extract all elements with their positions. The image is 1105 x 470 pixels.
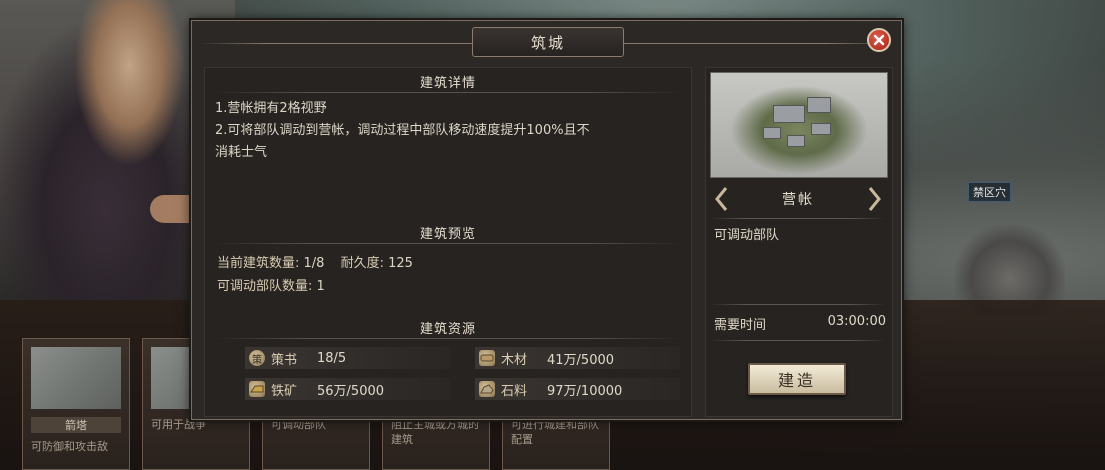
resource-name: 铁矿 <box>271 383 298 399</box>
divider <box>710 218 886 219</box>
divider <box>710 340 886 341</box>
bg-card-desc: 阻止主城或方城的建筑 <box>391 418 479 446</box>
map-location-label: 禁区穴 <box>968 182 1011 202</box>
preview-building <box>811 123 831 135</box>
building-function: 可调动部队 <box>714 228 780 243</box>
durability-value: 125 <box>388 256 413 271</box>
resource-value: 97万/10000 <box>547 383 623 399</box>
resource-value: 41万/5000 <box>547 352 615 368</box>
building-select-panel: 营帐 可调动部队 需要时间 03:00:00 建造 <box>705 67 893 417</box>
dialog-title: 筑城 <box>472 27 624 57</box>
bg-card-thumbnail <box>31 347 121 409</box>
chevron-right-icon <box>868 187 881 211</box>
next-building-button[interactable] <box>864 184 886 214</box>
section-heading-resources: 建筑资源 <box>205 316 691 339</box>
build-time-value: 03:00:00 <box>827 314 886 329</box>
build-time-row: 需要时间 03:00:00 <box>714 314 886 333</box>
troop-count-label: 可调动部队数量: <box>217 279 313 294</box>
resource-value: 18/5 <box>317 350 347 366</box>
resource-name: 策书 <box>271 352 298 368</box>
chevron-left-icon <box>715 187 728 211</box>
troop-count-row: 可调动部队数量: 1 <box>217 275 325 294</box>
wood-icon <box>479 350 495 366</box>
resource-name: 石料 <box>501 383 528 399</box>
bg-card-desc: 可防御和攻击敌 <box>31 440 108 453</box>
close-button[interactable] <box>867 28 891 52</box>
resource-name: 木材 <box>501 352 528 368</box>
resource-strategy-book: 策 策书 18/5 <box>245 347 450 369</box>
build-time-label: 需要时间 <box>714 318 767 333</box>
resource-stone: 石料 97万/10000 <box>475 378 680 400</box>
prev-building-button[interactable] <box>710 184 732 214</box>
durability-label: 耐久度: <box>340 256 384 271</box>
preview-building <box>763 127 781 139</box>
build-count-row: 当前建筑数量: 1/8 耐久度: 125 <box>217 252 413 271</box>
section-heading-preview: 建筑预览 <box>205 221 691 244</box>
section-heading-details: 建筑详情 <box>205 70 691 93</box>
preview-building <box>787 135 805 147</box>
build-count-value: 1/8 <box>303 256 325 271</box>
preview-building <box>807 97 831 113</box>
bg-card-name: 箭塔 <box>31 417 121 433</box>
building-details-text: 1.营帐拥有2格视野 2.可将部队调动到营帐，调动过程中部队移动速度提升100%… <box>215 98 685 164</box>
build-button[interactable]: 建造 <box>748 363 846 395</box>
building-nav: 营帐 <box>710 182 886 216</box>
detail-line: 1.营帐拥有2格视野 <box>215 101 327 116</box>
iron-icon <box>249 381 265 397</box>
troop-count-value: 1 <box>316 279 325 294</box>
building-name: 营帐 <box>782 192 814 208</box>
resource-iron: 铁矿 56万/5000 <box>245 378 450 400</box>
bg-card-desc: 可进行城建和部队配置 <box>511 418 599 446</box>
close-icon <box>873 34 885 46</box>
stone-icon <box>479 381 495 397</box>
building-info-panel: 建筑详情 1.营帐拥有2格视野 2.可将部队调动到营帐，调动过程中部队移动速度提… <box>204 67 692 417</box>
resource-value: 56万/5000 <box>317 383 385 399</box>
build-count-label: 当前建筑数量: <box>217 256 300 271</box>
detail-line: 消耗士气 <box>215 145 268 160</box>
divider <box>710 304 886 305</box>
preview-building <box>773 105 805 123</box>
detail-line: 2.可将部队调动到营帐，调动过程中部队移动速度提升100%且不 <box>215 123 590 138</box>
building-preview-image <box>710 72 888 178</box>
build-city-dialog: 筑城 建筑详情 1.营帐拥有2格视野 2.可将部队调动到营帐，调动过程中部队移动… <box>191 20 902 420</box>
bg-building-card[interactable]: 箭塔 可防御和攻击敌 <box>22 338 130 470</box>
resource-wood: 木材 41万/5000 <box>475 347 680 369</box>
strategy-book-icon: 策 <box>249 350 265 366</box>
